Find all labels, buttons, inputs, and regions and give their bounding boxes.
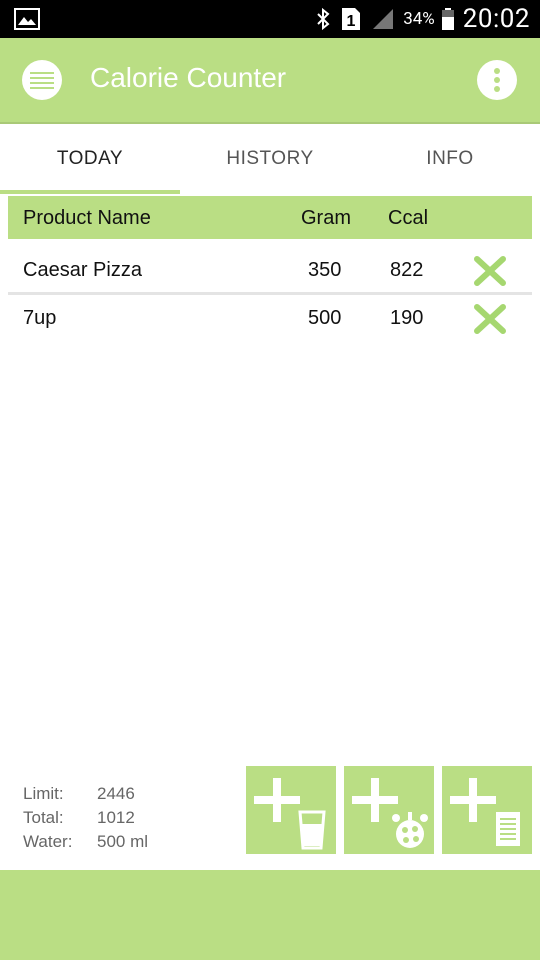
table-row: Caesar Pizza 350 822 (8, 246, 532, 294)
product-gram: 500 (308, 307, 342, 329)
battery-percent: 34% (403, 9, 435, 29)
product-name: Caesar Pizza (23, 259, 142, 281)
bottom-bar (0, 870, 540, 960)
delete-icon (473, 255, 507, 287)
add-food-button[interactable] (344, 766, 434, 854)
product-gram: 350 (308, 259, 342, 281)
delete-button[interactable] (472, 302, 508, 336)
app-bar: Calorie Counter (0, 38, 540, 124)
tab-label: HISTORY (226, 148, 314, 169)
svg-text:1: 1 (347, 13, 356, 30)
table-row: 7up 500 190 (8, 294, 532, 342)
table-header: Product Name Gram Ccal (8, 196, 532, 239)
bluetooth-icon (315, 7, 331, 31)
battery-icon (441, 7, 455, 31)
tab-info[interactable]: INFO (360, 124, 540, 194)
add-water-button[interactable] (246, 766, 336, 854)
total-label: Total: (23, 808, 64, 827)
clock: 20:02 (462, 4, 530, 34)
limit-label: Limit: (23, 784, 64, 803)
product-ccal: 822 (390, 259, 424, 281)
product-name: 7up (23, 307, 57, 329)
overflow-menu-button[interactable] (477, 60, 517, 100)
water-label: Water: (23, 832, 73, 851)
column-header-product-name: Product Name (23, 207, 151, 229)
tab-label: TODAY (56, 148, 124, 169)
delete-icon (473, 303, 507, 335)
delete-button[interactable] (472, 254, 508, 288)
product-ccal: 190 (390, 307, 424, 329)
tab-label: INFO (426, 148, 474, 169)
signal-icon (371, 7, 395, 31)
column-header-gram: Gram (301, 207, 351, 229)
total-value: 1012 (97, 808, 135, 827)
overflow-menu-icon (493, 67, 501, 93)
tab-bar: TODAY HISTORY INFO (0, 124, 540, 194)
status-bar: 1 34% 20:02 (0, 0, 540, 38)
active-tab-indicator (0, 190, 180, 194)
water-value: 500 ml (97, 832, 149, 851)
menu-button[interactable] (22, 60, 62, 100)
app-title: Calorie Counter (90, 62, 287, 93)
column-header-ccal: Ccal (388, 207, 429, 229)
sim-icon: 1 (341, 7, 361, 31)
limit-value: 2446 (97, 784, 135, 803)
menu-icon (30, 70, 54, 90)
add-list-button[interactable] (442, 766, 532, 854)
tab-history[interactable]: HISTORY (180, 124, 360, 194)
gallery-icon (14, 8, 40, 30)
tab-today[interactable]: TODAY (0, 124, 180, 194)
